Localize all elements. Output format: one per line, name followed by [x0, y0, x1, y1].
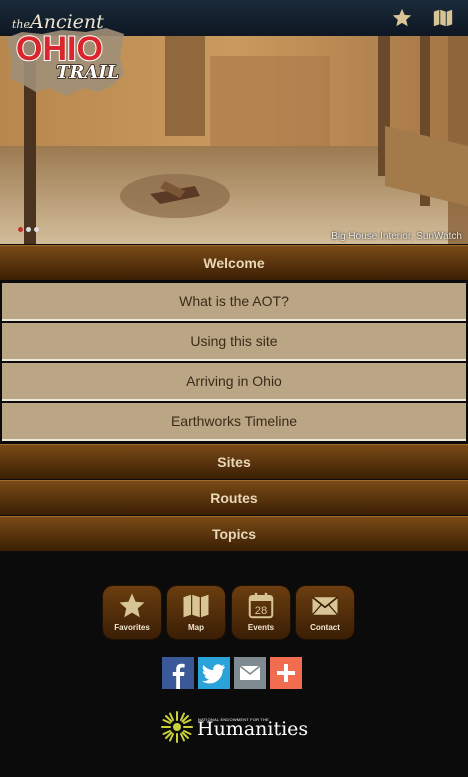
email-share-button[interactable]: [234, 657, 266, 689]
menu-item-earthworks-timeline[interactable]: Earthworks Timeline: [2, 403, 466, 441]
neh-big-text: Humanities: [197, 718, 309, 740]
slide-dot-3[interactable]: [34, 227, 39, 232]
slide-indicators[interactable]: [18, 227, 39, 232]
events-label: Events: [247, 623, 275, 632]
logo-trail: TRAIL: [56, 62, 119, 83]
menu-welcome[interactable]: Welcome: [0, 245, 468, 280]
favorites-label: Favorites: [114, 623, 150, 632]
hero-caption: Big House Interior, SunWatch: [331, 231, 462, 242]
envelope-icon: [311, 596, 339, 616]
addthis-plus-icon: [277, 664, 295, 682]
facebook-share-button[interactable]: [162, 657, 194, 689]
contact-label: Contact: [310, 623, 340, 632]
favorites-button[interactable]: Favorites: [103, 586, 161, 639]
menu-sites[interactable]: Sites: [0, 444, 468, 479]
star-icon[interactable]: [391, 7, 413, 29]
calendar-day: 28: [255, 605, 268, 617]
events-button[interactable]: 28 Events: [232, 586, 290, 639]
menu-item-arriving-ohio[interactable]: Arriving in Ohio: [2, 363, 466, 401]
slide-dot-1[interactable]: [18, 227, 23, 232]
map-icon: [183, 594, 209, 618]
menu-item-using-site[interactable]: Using this site: [2, 323, 466, 361]
neh-sun-icon: [161, 711, 193, 743]
map-button[interactable]: Map: [167, 586, 225, 639]
star-icon: [119, 593, 145, 618]
ancient-ohio-trail-logo[interactable]: the Ancient OHIO TRAIL: [2, 8, 130, 100]
menu-item-what-is-aot[interactable]: What is the AOT?: [2, 283, 466, 321]
twitter-icon: [202, 664, 225, 684]
menu-topics[interactable]: Topics: [0, 516, 468, 551]
addthis-share-button[interactable]: [270, 657, 302, 689]
neh-logo[interactable]: NATIONAL ENDOWMENT FOR THE Humanities: [160, 709, 310, 745]
map-label: Map: [188, 623, 204, 632]
facebook-icon: [172, 663, 185, 689]
map-icon[interactable]: [432, 7, 454, 29]
contact-button[interactable]: Contact: [296, 586, 354, 639]
menu-routes[interactable]: Routes: [0, 480, 468, 515]
calendar-icon: 28: [248, 592, 274, 619]
email-share-icon: [239, 665, 261, 680]
slide-dot-2[interactable]: [26, 227, 31, 232]
twitter-share-button[interactable]: [198, 657, 230, 689]
